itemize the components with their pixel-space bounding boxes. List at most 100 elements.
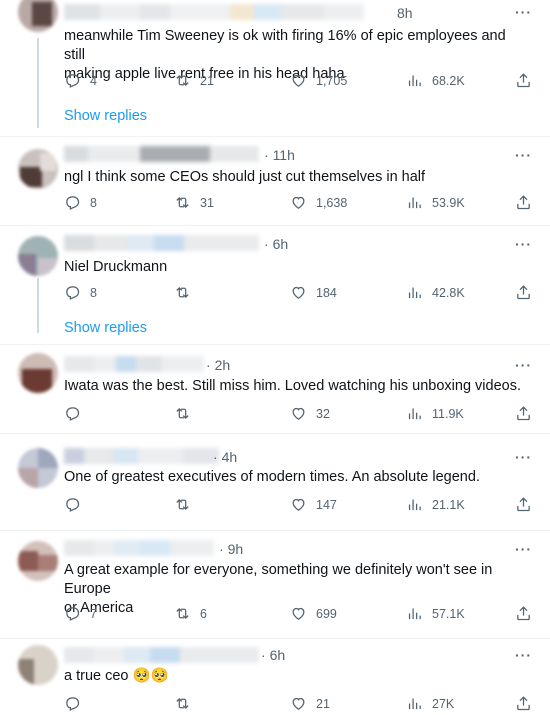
retweet-button[interactable]	[174, 695, 200, 712]
reply-tweet[interactable]: · 2h ··· Iwata was the best. Still miss …	[0, 345, 550, 434]
like-count: 699	[316, 606, 337, 621]
show-replies-link[interactable]: Show replies	[64, 320, 147, 336]
views-icon	[408, 698, 421, 710]
like-count: 147	[316, 497, 337, 512]
retweet-button[interactable]: 6	[174, 605, 207, 622]
views-icon	[408, 197, 421, 209]
more-icon[interactable]: ···	[515, 147, 532, 163]
username-redacted[interactable]	[64, 356, 204, 372]
share-button[interactable]	[515, 405, 532, 422]
share-icon	[517, 285, 530, 300]
reply-button[interactable]: 7	[64, 605, 97, 622]
avatar[interactable]	[18, 541, 58, 581]
like-button[interactable]: 21	[290, 695, 330, 712]
like-button[interactable]: 1,638	[290, 194, 347, 211]
like-button[interactable]: 147	[290, 496, 337, 513]
username-redacted[interactable]	[64, 146, 259, 162]
reply-button[interactable]: 8	[64, 284, 97, 301]
retweet-button[interactable]: 31	[174, 194, 214, 211]
timestamp[interactable]: 8h	[397, 5, 413, 21]
more-icon[interactable]: ···	[515, 449, 532, 465]
action-bar: 8 184 42.8K	[64, 284, 532, 304]
avatar[interactable]	[18, 353, 58, 393]
views-icon	[408, 608, 421, 620]
share-button[interactable]	[515, 605, 532, 622]
reply-tweet[interactable]: · 6h ··· a true ceo 🥺🥺 21 27K	[0, 639, 550, 715]
tweet-text-line: One of greatest executives of modern tim…	[64, 469, 480, 485]
share-button[interactable]	[515, 695, 532, 712]
tweet-text-line: meanwhile Tim Sweeney is ok with firing …	[64, 28, 506, 63]
retweet-icon	[176, 286, 189, 299]
username-redacted[interactable]	[64, 4, 384, 20]
views-button[interactable]: 27K	[406, 695, 454, 712]
retweet-button[interactable]	[174, 284, 200, 301]
username-redacted[interactable]	[64, 448, 219, 464]
avatar[interactable]	[18, 645, 58, 685]
views-icon	[408, 408, 421, 420]
more-icon[interactable]: ···	[515, 4, 532, 20]
more-icon[interactable]: ···	[515, 541, 532, 557]
views-icon	[408, 499, 421, 511]
reply-tweet[interactable]: 8h ··· meanwhile Tim Sweeney is ok with …	[0, 0, 550, 137]
retweet-icon	[176, 74, 189, 87]
timestamp[interactable]: · 6h	[264, 236, 288, 252]
like-button[interactable]: 699	[290, 605, 337, 622]
views-button[interactable]: 11.9K	[406, 405, 464, 422]
reply-button[interactable]: 4	[64, 72, 97, 89]
views-button[interactable]: 53.9K	[406, 194, 465, 211]
views-count: 53.9K	[432, 195, 465, 210]
avatar[interactable]	[18, 236, 58, 276]
timestamp[interactable]: · 4h	[213, 449, 237, 465]
views-count: 68.2K	[432, 73, 465, 88]
username-redacted[interactable]	[64, 647, 259, 663]
share-button[interactable]	[515, 194, 532, 211]
heart-icon	[292, 74, 305, 87]
timestamp[interactable]: · 2h	[206, 357, 230, 373]
share-icon	[517, 696, 530, 711]
reply-tweet[interactable]: · 11h ··· ngl I think some CEOs should j…	[0, 137, 550, 226]
username-redacted[interactable]	[64, 540, 214, 556]
reply-button[interactable]	[64, 496, 90, 513]
tweet-text: Niel Druckmann	[64, 258, 530, 277]
show-replies-link[interactable]: Show replies	[64, 108, 147, 124]
timestamp[interactable]: · 9h	[219, 541, 243, 557]
like-button[interactable]: 32	[290, 405, 330, 422]
share-icon	[517, 497, 530, 512]
reply-tweet[interactable]: · 9h ··· A great example for everyone, s…	[0, 531, 550, 639]
retweet-button[interactable]: 21	[174, 72, 214, 89]
share-button[interactable]	[515, 284, 532, 301]
timestamp-value: 6h	[269, 647, 286, 663]
reply-tweet[interactable]: · 6h ··· Niel Druckmann 8 184 42.8K Show…	[0, 226, 550, 345]
avatar[interactable]	[18, 149, 58, 189]
username-redacted[interactable]	[64, 235, 259, 251]
reply-icon	[66, 286, 80, 300]
timestamp[interactable]: · 11h	[264, 147, 295, 163]
views-button[interactable]: 57.1K	[406, 605, 465, 622]
avatar[interactable]	[18, 448, 58, 488]
views-button[interactable]: 42.8K	[406, 284, 465, 301]
action-bar: 21 27K	[64, 695, 532, 715]
share-button[interactable]	[515, 496, 532, 513]
views-button[interactable]: 68.2K	[406, 72, 465, 89]
views-button[interactable]: 21.1K	[406, 496, 465, 513]
like-button[interactable]: 1,705	[290, 72, 347, 89]
retweet-button[interactable]	[174, 405, 200, 422]
tweet-text: Iwata was the best. Still miss him. Love…	[64, 377, 530, 396]
reply-button[interactable]: 8	[64, 194, 97, 211]
reply-count: 4	[90, 73, 97, 88]
reply-button[interactable]	[64, 695, 90, 712]
reply-tweet[interactable]: · 4h ··· One of greatest executives of m…	[0, 434, 550, 531]
avatar[interactable]	[18, 0, 58, 32]
like-button[interactable]: 184	[290, 284, 337, 301]
timestamp[interactable]: · 6h	[261, 647, 285, 663]
retweet-count: 21	[200, 73, 214, 88]
retweet-button[interactable]	[174, 496, 200, 513]
like-count: 1,638	[316, 195, 348, 210]
more-icon[interactable]: ···	[515, 357, 532, 373]
like-count: 184	[316, 285, 337, 300]
more-icon[interactable]: ···	[515, 647, 532, 663]
share-button[interactable]	[515, 72, 532, 89]
views-count: 11.9K	[432, 406, 464, 421]
more-icon[interactable]: ···	[515, 236, 532, 252]
reply-button[interactable]	[64, 405, 90, 422]
